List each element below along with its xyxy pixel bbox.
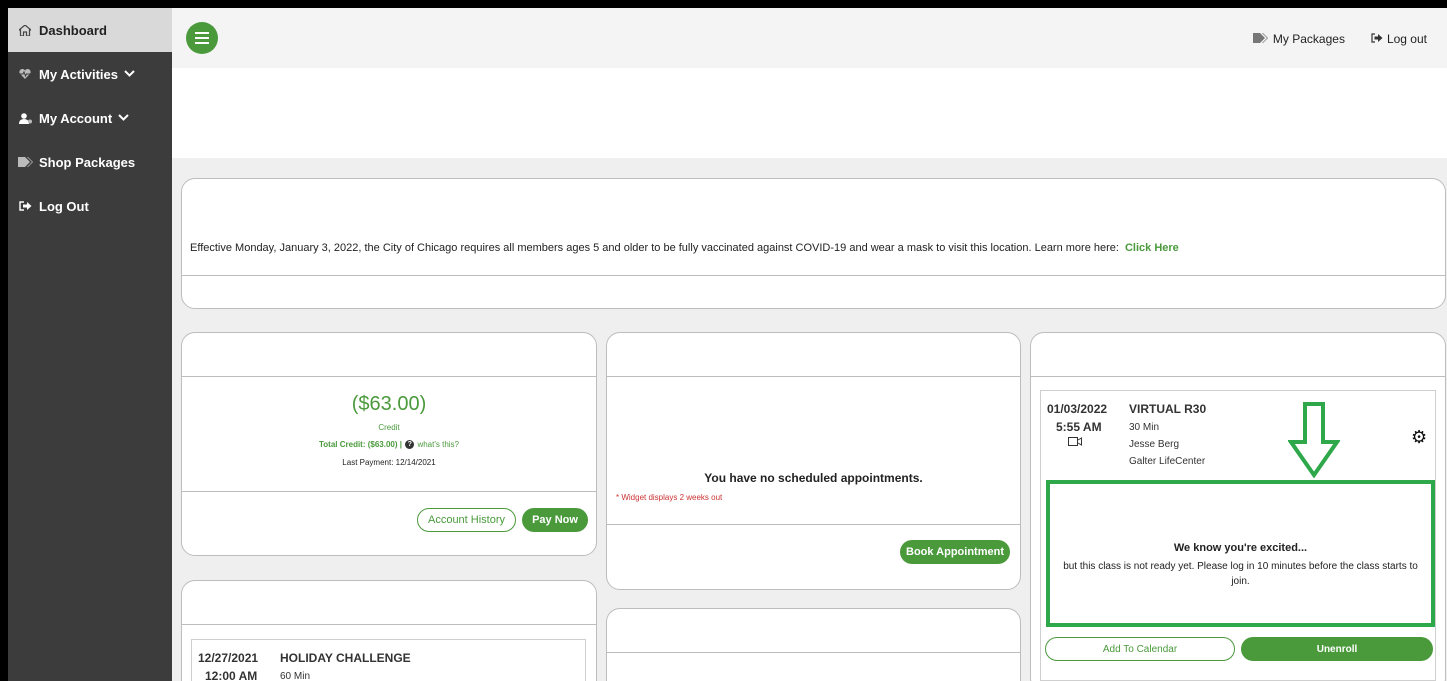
past-class-name: HOLIDAY CHALLENGE	[280, 651, 411, 665]
class-location: Galter LifeCenter	[1129, 456, 1206, 467]
sidebar-item-label: My Account	[39, 110, 113, 126]
total-credit-text: Total Credit: ($63.00) |	[318, 440, 402, 449]
video-camera-icon	[1068, 437, 1082, 449]
total-credit: Total Credit: ($63.00) | ? what's this?	[182, 440, 596, 450]
notice-card: Effective Monday, January 3, 2022, the C…	[181, 178, 1446, 309]
past-class-date: 12/27/2021	[198, 651, 259, 665]
class-time: 5:55 AM	[1056, 420, 1102, 434]
heartbeat-icon	[16, 69, 34, 79]
notice-message: Effective Monday, January 3, 2022, the C…	[190, 242, 1119, 254]
question-icon[interactable]: ?	[405, 440, 415, 450]
widget-note: * Widget displays 2 weeks out	[616, 493, 723, 502]
header-links: My Packages Log out	[1252, 32, 1427, 46]
banner-area	[172, 68, 1447, 158]
sidebar-item-log-out[interactable]: Log Out	[8, 184, 172, 228]
sidebar-item-dashboard[interactable]: Dashboard	[8, 8, 172, 52]
my-packages-label: My Packages	[1272, 32, 1345, 46]
sidebar-item-label: Log Out	[39, 198, 89, 214]
credit-label: Credit	[378, 423, 400, 432]
tags-icon	[16, 157, 34, 167]
logout-icon	[1371, 32, 1383, 46]
sidebar-item-label: Shop Packages	[39, 154, 136, 170]
class-instructor: Jesse Berg	[1129, 439, 1180, 450]
balance-amount: ($63.00)	[351, 393, 427, 415]
user-icon	[16, 112, 34, 124]
book-appointment-button[interactable]: Book Appointment	[900, 540, 1010, 564]
logout-icon	[16, 201, 34, 211]
arrow-down-icon	[1287, 402, 1341, 483]
unenroll-button[interactable]: Unenroll	[1241, 637, 1433, 661]
gear-icon[interactable]: ⚙	[1411, 427, 1427, 448]
add-to-calendar-button[interactable]: Add To Calendar	[1045, 637, 1235, 661]
lower-middle-card	[606, 608, 1021, 681]
notice-text: Effective Monday, January 3, 2022, the C…	[190, 242, 1179, 254]
chevron-down-icon	[118, 113, 129, 124]
class-duration: 30 Min	[1129, 422, 1160, 433]
class-date: 01/03/2022	[1047, 402, 1108, 416]
tags-icon	[1252, 32, 1269, 46]
excited-title: We know you're excited...	[1173, 542, 1308, 554]
log-out-label: Log out	[1386, 32, 1427, 46]
sidebar-item-label: My Activities	[39, 66, 118, 82]
past-class-time: 12:00 AM	[205, 669, 258, 681]
past-class-duration: 60 Min	[280, 671, 311, 681]
sidebar-item-label: Dashboard	[39, 22, 107, 38]
click-here-link[interactable]: Click Here	[1125, 242, 1179, 254]
class-name: VIRTUAL R30	[1129, 402, 1207, 416]
sidebar: Dashboard My Activities My Account Shop …	[0, 8, 172, 681]
excited-text: but this class is not ready yet. Please …	[1063, 561, 1418, 587]
hamburger-menu-button[interactable]	[186, 22, 218, 54]
pay-now-button[interactable]: Pay Now	[522, 508, 588, 532]
my-packages-link[interactable]: My Packages	[1252, 32, 1345, 46]
class-not-ready-message: We know you're excited... but this class…	[1046, 480, 1435, 627]
top-bar: My Packages Log out	[172, 8, 1447, 68]
no-appointments-text: You have no scheduled appointments.	[704, 471, 923, 485]
sidebar-item-my-activities[interactable]: My Activities	[8, 52, 172, 96]
last-payment: Last Payment: 12/14/2021	[342, 458, 436, 467]
account-history-button[interactable]: Account History	[417, 508, 516, 532]
account-balance-card: ($63.00) Credit Total Credit: ($63.00) |…	[181, 332, 597, 556]
whats-this-link[interactable]: what's this?	[417, 440, 459, 449]
home-icon	[16, 24, 34, 36]
appointments-card: You have no scheduled appointments. * Wi…	[606, 332, 1021, 590]
log-out-link[interactable]: Log out	[1371, 32, 1427, 46]
sidebar-item-my-account[interactable]: My Account	[8, 96, 172, 140]
past-class-entry: 12/27/2021 HOLIDAY CHALLENGE 12:00 AM 60…	[191, 639, 586, 681]
top-border	[0, 0, 1447, 8]
sidebar-item-shop-packages[interactable]: Shop Packages	[8, 140, 172, 184]
chevron-down-icon	[124, 69, 135, 80]
